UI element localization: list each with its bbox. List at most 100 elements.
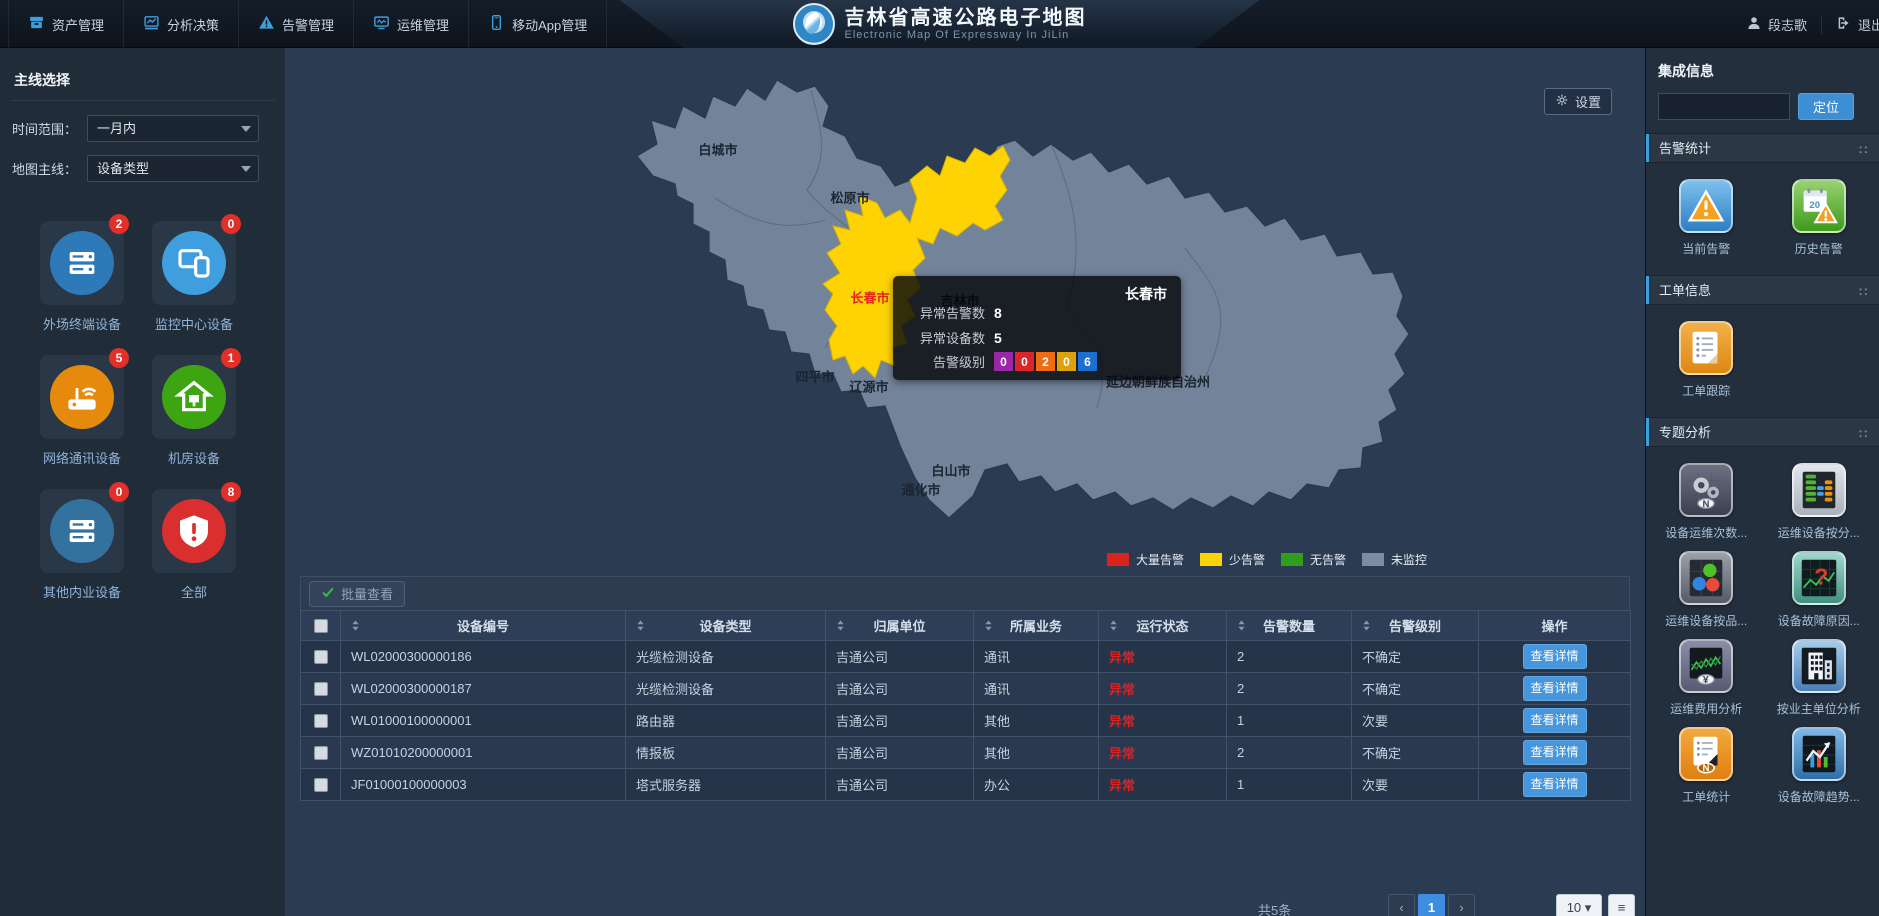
nav-item-1[interactable]: 资产管理: [8, 0, 124, 48]
next-page-button[interactable]: ›: [1448, 894, 1475, 916]
cell-org: 吉通公司: [826, 641, 974, 673]
legend-item: 大量告警: [1107, 551, 1184, 568]
shortcut-label: 运维费用分析: [1650, 700, 1763, 717]
view-detail-button[interactable]: 查看详情: [1523, 644, 1587, 669]
cell-alarm-count: 2: [1227, 737, 1352, 769]
table-row[interactable]: WL01000100000001路由器吉通公司其他异常1次要查看详情: [301, 705, 1631, 737]
device-type-item[interactable]: 5网络通讯设备: [34, 355, 130, 467]
locate-search-input[interactable]: [1658, 93, 1790, 120]
row-checkbox[interactable]: [314, 650, 328, 664]
device-type-item[interactable]: 2 外场终端设备: [34, 221, 130, 333]
shortcut-item[interactable]: 按业主单位分析: [1763, 639, 1876, 717]
legend-item: 无告警: [1281, 551, 1346, 568]
sort-icon[interactable]: [1359, 618, 1374, 633]
column-header-7[interactable]: 告警级别: [1352, 611, 1479, 641]
table-row[interactable]: JF01000100000003塔式服务器吉通公司办公异常1次要查看详情: [301, 769, 1631, 801]
row-checkbox[interactable]: [314, 682, 328, 696]
sort-icon[interactable]: [633, 618, 648, 633]
shortcut-item[interactable]: 20历史告警: [1763, 179, 1876, 257]
gear-icon: [1555, 93, 1569, 110]
column-header-2[interactable]: 设备类型: [626, 611, 826, 641]
device-type-item[interactable]: 0其他内业设备: [34, 489, 130, 601]
view-detail-button[interactable]: 查看详情: [1523, 676, 1587, 701]
view-detail-button[interactable]: 查看详情: [1523, 708, 1587, 733]
nav-item-4[interactable]: 运维管理: [354, 0, 469, 48]
shortcut-item[interactable]: ¥运维费用分析: [1650, 639, 1763, 717]
time-range-select[interactable]: 一月内: [87, 115, 259, 142]
prev-page-button[interactable]: ‹: [1388, 894, 1415, 916]
device-type-label: 外场终端设备: [34, 314, 130, 333]
shortcut-item[interactable]: ?设备故障原因...: [1763, 551, 1876, 629]
select-all-header: [301, 611, 341, 641]
columns-toggle-button[interactable]: ≡: [1608, 894, 1635, 916]
legend-item: 未监控: [1362, 551, 1427, 568]
cell-device-id: WL02000300000186: [341, 641, 626, 673]
table-row[interactable]: WL02000300000186光缆检测设备吉通公司通讯异常2不确定查看详情: [301, 641, 1631, 673]
map-settings-button[interactable]: 设置: [1544, 88, 1612, 115]
nav-item-5[interactable]: 移动App管理: [469, 0, 607, 48]
nav-item-2[interactable]: 分析决策: [124, 0, 239, 48]
batch-view-button[interactable]: 批量查看: [309, 581, 405, 607]
column-header-6[interactable]: 告警数量: [1227, 611, 1352, 641]
page-size-select[interactable]: 10 ▾: [1556, 894, 1602, 916]
alarm-level-box: 6: [1078, 352, 1097, 371]
device-alarm-table: 设备编号设备类型归属单位所属业务运行状态告警数量告警级别操作 WL0200030…: [300, 610, 1631, 801]
monitor-icon: [373, 14, 390, 34]
column-header-3[interactable]: 归属单位: [826, 611, 974, 641]
worksheet-track-tile-icon: [1679, 321, 1733, 375]
integration-panel: 集成信息 定位 告警统计::当前告警20历史告警工单信息::工单跟踪专题分析::…: [1645, 48, 1879, 916]
sort-icon[interactable]: [348, 618, 363, 633]
device-tile: 8: [152, 489, 236, 573]
map-mainline-select[interactable]: 设备类型: [87, 155, 259, 182]
gears-tile-icon: N: [1679, 463, 1733, 517]
shortcut-item[interactable]: N工单统计: [1650, 727, 1763, 805]
user-menu[interactable]: 段志歌: [1732, 15, 1821, 34]
device-type-item[interactable]: 8全部: [146, 489, 242, 601]
shortcut-item[interactable]: 设备故障趋势...: [1763, 727, 1876, 805]
column-header-5[interactable]: 运行状态: [1099, 611, 1227, 641]
mainline-panel: 主线选择 时间范围：一月内地图主线：设备类型 2外场终端设备0监控中心设备5网络…: [0, 48, 285, 916]
drag-handle-icon[interactable]: ::: [1858, 134, 1869, 163]
drag-handle-icon[interactable]: ::: [1858, 276, 1869, 305]
user-icon: [1746, 15, 1762, 34]
shortcut-item[interactable]: 运维设备按分...: [1763, 463, 1876, 541]
devices-icon: [162, 231, 226, 295]
table-row[interactable]: WL02000300000187光缆检测设备吉通公司通讯异常2不确定查看详情: [301, 673, 1631, 705]
sort-icon[interactable]: [1234, 618, 1249, 633]
page-1-button[interactable]: 1: [1418, 894, 1445, 916]
cell-alarm-count: 1: [1227, 769, 1352, 801]
nav-item-3[interactable]: 告警管理: [239, 0, 354, 48]
device-type-grid: 2 外场终端设备 0监控中心设备5网络通讯设备1机房设备0其他内业设备8全部: [0, 195, 285, 601]
select-all-checkbox[interactable]: [314, 619, 328, 633]
logout-button[interactable]: 退出: [1821, 15, 1879, 34]
user-name: 段志歌: [1768, 15, 1807, 34]
shortcut-item[interactable]: 运维设备按品...: [1650, 551, 1763, 629]
shortcut-item[interactable]: 当前告警: [1650, 179, 1763, 257]
device-tile: 1: [152, 355, 236, 439]
shortcut-label: 工单统计: [1650, 788, 1763, 805]
shortcut-item[interactable]: N设备运维次数...: [1650, 463, 1763, 541]
cell-device-id: WL02000300000187: [341, 673, 626, 705]
alarm-level-box: 0: [994, 352, 1013, 371]
shortcut-label: 当前告警: [1650, 240, 1763, 257]
sort-icon[interactable]: [1106, 618, 1121, 633]
device-type-item[interactable]: 1机房设备: [146, 355, 242, 467]
sort-icon[interactable]: [981, 618, 996, 633]
row-checkbox[interactable]: [314, 746, 328, 760]
column-header-4[interactable]: 所属业务: [974, 611, 1099, 641]
sort-icon[interactable]: [833, 618, 848, 633]
row-checkbox[interactable]: [314, 714, 328, 728]
row-checkbox[interactable]: [314, 778, 328, 792]
cell-business: 办公: [974, 769, 1099, 801]
view-detail-button[interactable]: 查看详情: [1523, 772, 1587, 797]
device-type-label: 监控中心设备: [146, 314, 242, 333]
column-header-1[interactable]: 设备编号: [341, 611, 626, 641]
device-tile: 2: [40, 221, 124, 305]
drag-handle-icon[interactable]: ::: [1858, 418, 1869, 447]
city-label: 白城市: [698, 140, 737, 159]
table-row[interactable]: WZ01010200000001情报板吉通公司其他异常2不确定查看详情: [301, 737, 1631, 769]
view-detail-button[interactable]: 查看详情: [1523, 740, 1587, 765]
shortcut-item[interactable]: 工单跟踪: [1650, 321, 1763, 399]
device-type-item[interactable]: 0监控中心设备: [146, 221, 242, 333]
locate-button[interactable]: 定位: [1798, 93, 1854, 120]
